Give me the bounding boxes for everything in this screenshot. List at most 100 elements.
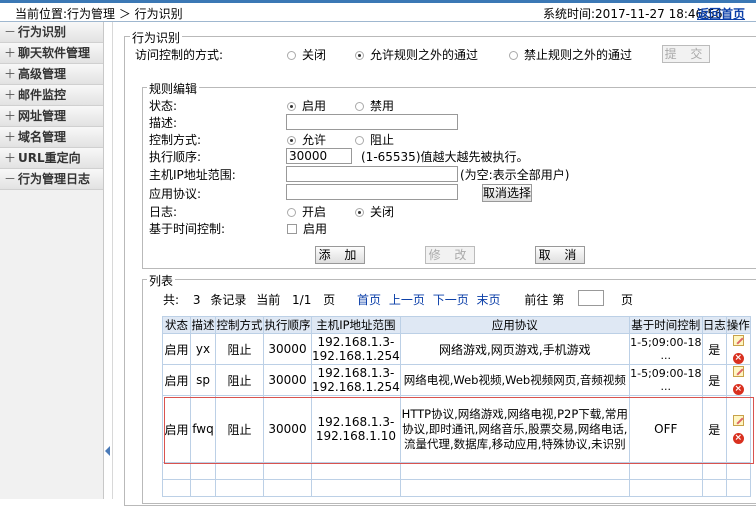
table-row-empty <box>162 462 751 480</box>
checkbox-icon <box>287 224 297 234</box>
access-mode-allow-except[interactable]: 允许规则之外的通过 <box>355 46 478 63</box>
expand-icon: ＋ <box>4 151 17 165</box>
header-actions: 操作 <box>725 316 751 334</box>
collapse-icon: － <box>4 172 17 186</box>
top-bar: 当前位置:行为管理 ＞ 行为识别 系统时间:2017-11-27 18:46:5… <box>0 0 756 22</box>
cell-actions: × <box>725 333 751 365</box>
radio-icon <box>287 208 296 217</box>
sidebar-item-label: 行为管理日志 <box>18 172 91 186</box>
sidebar-item-label: 邮件监控 <box>18 88 67 102</box>
next-page-link[interactable]: 下一页 <box>433 293 469 307</box>
sidebar-item-mail-monitor[interactable]: ＋邮件监控 <box>0 85 103 106</box>
cell-order: 30000 <box>263 333 312 365</box>
radio-checked-icon <box>287 136 296 145</box>
sidebar-splitter[interactable] <box>104 22 113 499</box>
order-hint: (1-65535)值越大越先被执行。 <box>361 150 529 164</box>
sidebar: －行为识别 ＋聊天软件管理 ＋高级管理 ＋邮件监控 ＋网址管理 ＋域名管理 ＋ U… <box>0 22 104 499</box>
protocol-label: 应用协议: <box>149 187 202 201</box>
protocol-input[interactable] <box>286 184 458 200</box>
page-indicator: 1/1 <box>292 293 312 307</box>
sidebar-item-label: 网址管理 <box>18 109 67 123</box>
radio-icon <box>287 51 296 60</box>
radio-checked-icon <box>355 51 364 60</box>
clear-selection-button[interactable]: 取消选择 <box>482 184 532 202</box>
delete-icon[interactable]: × <box>732 383 744 395</box>
log-off-radio[interactable]: 关闭 <box>355 203 394 220</box>
cell-actions: × <box>725 364 751 396</box>
current-label: 当前 <box>256 293 281 307</box>
sidebar-item-behavior-log[interactable]: －行为管理日志 <box>0 169 103 190</box>
goto-page-input[interactable] <box>578 290 604 306</box>
cell-ip: 192.168.1.3-192.168.1.254 <box>311 333 401 365</box>
header-status: 状态 <box>162 316 191 334</box>
cell-status: 启用 <box>162 364 191 396</box>
header-control: 控制方式 <box>215 316 264 334</box>
edit-icon[interactable] <box>732 334 744 346</box>
prev-page-link[interactable]: 上一页 <box>389 293 425 307</box>
sidebar-item-label: 聊天软件管理 <box>18 46 91 60</box>
collapse-arrow-icon[interactable] <box>105 446 110 456</box>
status-disable-radio[interactable]: 禁用 <box>355 97 394 114</box>
order-label: 执行顺序: <box>149 150 202 164</box>
access-mode-off[interactable]: 关闭 <box>287 46 326 63</box>
control-block-radio[interactable]: 阻止 <box>355 131 394 148</box>
expand-icon: ＋ <box>4 109 17 123</box>
ip-range-label: 主机IP地址范围: <box>149 168 236 182</box>
description-label: 描述: <box>149 116 178 130</box>
table-row: 启用 yx 阻止 30000 192.168.1.3-192.168.1.254… <box>162 333 751 365</box>
sidebar-item-label: 域名管理 <box>18 130 67 144</box>
ip-range-input[interactable] <box>286 166 458 182</box>
cell-time: 1-5;09:00-18 ... <box>628 333 703 365</box>
goto-label: 前往 第 <box>524 293 565 307</box>
edit-icon[interactable] <box>732 365 744 377</box>
expand-icon: ＋ <box>4 130 17 144</box>
radio-icon <box>355 102 364 111</box>
goto-suffix: 页 <box>621 293 634 307</box>
control-mode-label: 控制方式: <box>149 133 202 147</box>
sidebar-item-behavior-recognition[interactable]: －行为识别 <box>0 22 103 43</box>
header-order: 执行顺序 <box>263 316 312 334</box>
header-time: 基于时间控制 <box>628 316 703 334</box>
status-enable-radio[interactable]: 启用 <box>287 97 326 114</box>
total-prefix: 共: <box>163 293 180 307</box>
header-ip: 主机IP地址范围 <box>311 316 401 334</box>
sidebar-item-chat-software[interactable]: ＋聊天软件管理 <box>0 43 103 64</box>
ip-range-hint: (为空:表示全部用户) <box>460 168 570 182</box>
modify-button[interactable]: 修 改 <box>425 246 475 264</box>
cell-order: 30000 <box>263 364 312 396</box>
time-control-checkbox[interactable]: 启用 <box>287 220 327 237</box>
access-mode-deny-except[interactable]: 禁止规则之外的通过 <box>509 46 632 63</box>
log-on-radio[interactable]: 开启 <box>287 203 326 220</box>
order-input[interactable]: 30000 <box>286 148 352 164</box>
cell-time: 1-5;09:00-18 ... <box>628 364 703 396</box>
control-allow-radio[interactable]: 允许 <box>287 131 326 148</box>
cell-protocol: 网络电视,Web视频,Web视频网页,音频视频 <box>399 364 630 396</box>
radio-icon <box>355 136 364 145</box>
total-suffix: 条记录 <box>210 293 247 307</box>
table-row-empty <box>162 479 751 497</box>
system-time: 系统时间:2017-11-27 18:46:56 <box>543 7 723 21</box>
submit-button[interactable]: 提 交 <box>662 45 710 63</box>
cell-desc: sp <box>190 364 216 396</box>
delete-icon[interactable]: × <box>732 352 744 364</box>
sidebar-item-advanced[interactable]: ＋高级管理 <box>0 64 103 85</box>
sidebar-item-domain-manage[interactable]: ＋域名管理 <box>0 127 103 148</box>
sidebar-item-url-manage[interactable]: ＋网址管理 <box>0 106 103 127</box>
sidebar-item-label: URL重定向 <box>18 151 81 165</box>
last-page-link[interactable]: 末页 <box>477 293 501 307</box>
rule-edit-legend: 规则编辑 <box>147 80 200 97</box>
expand-icon: ＋ <box>4 67 17 81</box>
cell-desc: yx <box>190 333 216 365</box>
list-legend: 列表 <box>147 272 176 289</box>
sidebar-item-url-redirect[interactable]: ＋ URL重定向 <box>0 148 103 169</box>
cell-log: 是 <box>701 333 727 365</box>
add-button[interactable]: 添 加 <box>315 246 365 264</box>
cancel-button[interactable]: 取 消 <box>535 246 585 264</box>
cell-ip: 192.168.1.3-192.168.1.254 <box>311 364 401 396</box>
fieldset-legend: 行为识别 <box>130 29 183 46</box>
description-input[interactable] <box>286 114 458 130</box>
first-page-link[interactable]: 首页 <box>357 293 381 307</box>
radio-checked-icon <box>355 208 364 217</box>
access-mode-label: 访问控制的方式: <box>135 48 224 62</box>
home-link[interactable]: 返回首页 <box>697 5 745 22</box>
